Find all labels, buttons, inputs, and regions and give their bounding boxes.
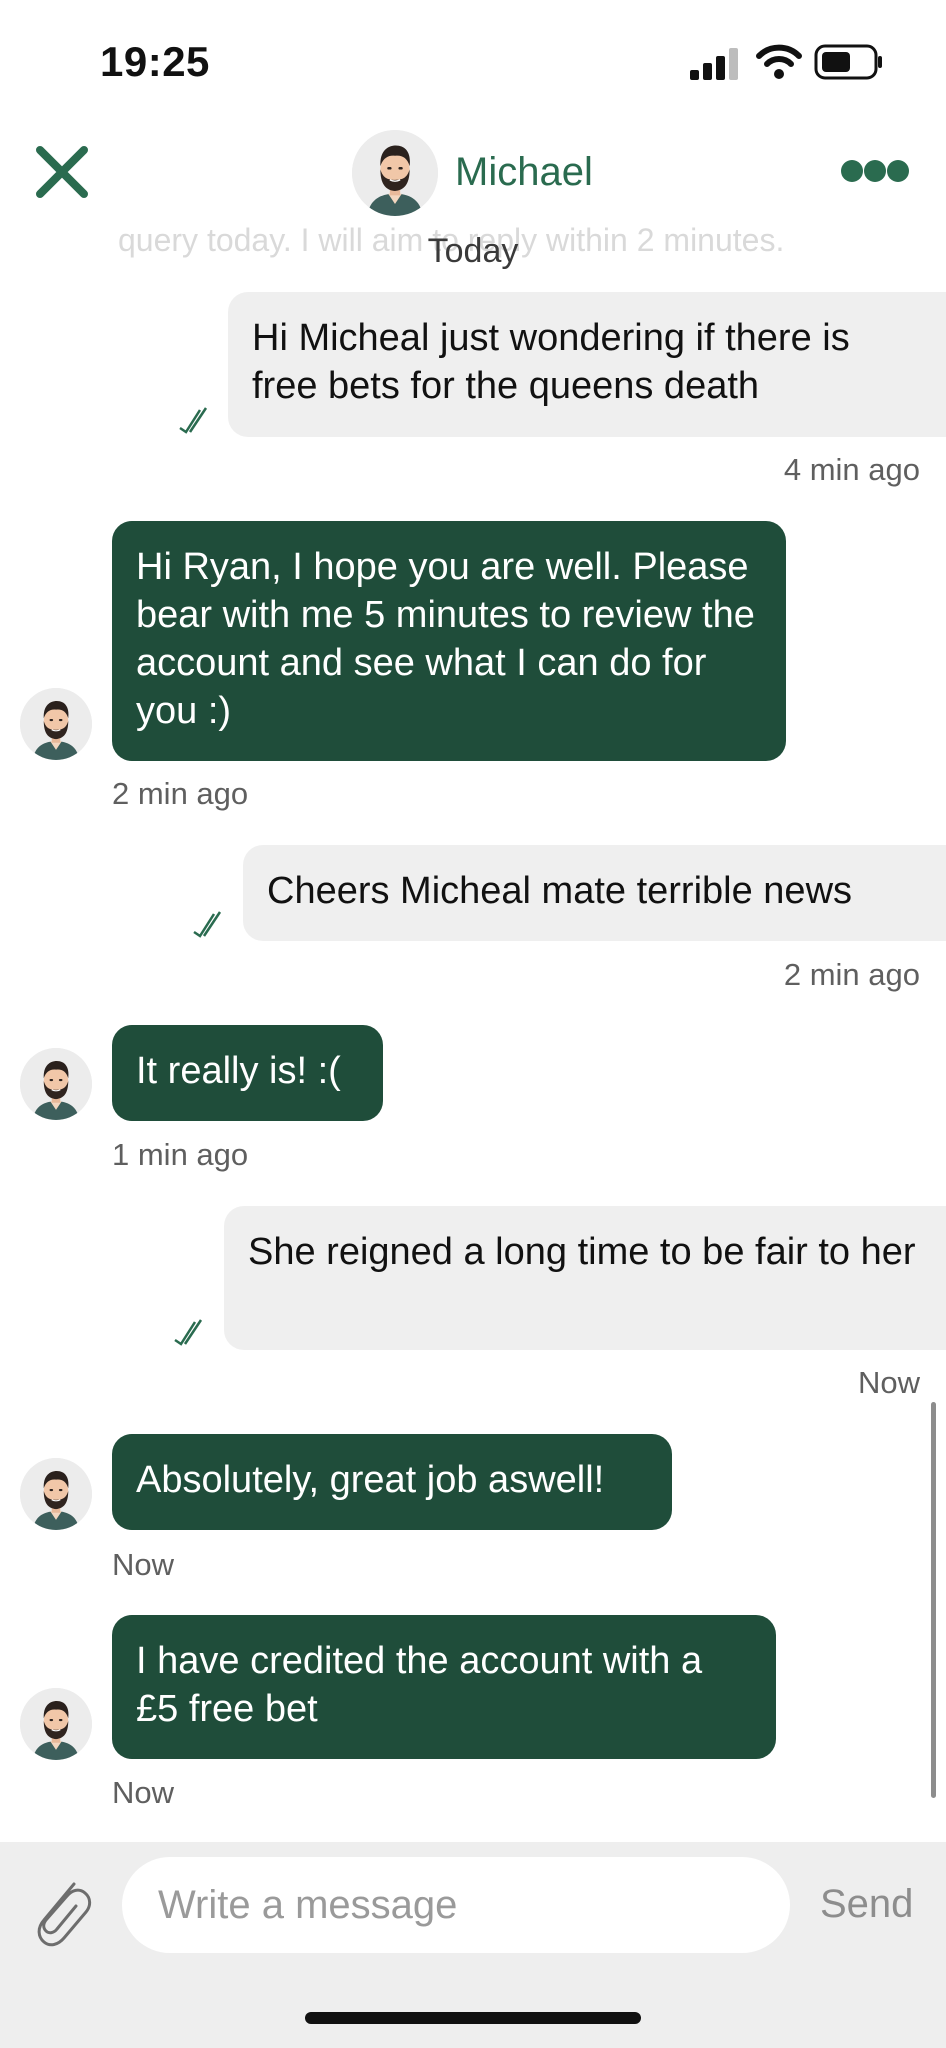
outgoing-message: Cheers Micheal mate terrible news bbox=[243, 845, 946, 941]
message-time: Now bbox=[112, 1547, 175, 1582]
double-check-icon bbox=[193, 911, 222, 938]
message-time: 2 min ago bbox=[112, 776, 249, 811]
agent-avatar bbox=[20, 1458, 92, 1530]
incoming-message: Absolutely, great job aswell! bbox=[112, 1434, 672, 1530]
message-time: Now bbox=[112, 1775, 175, 1810]
message-text: It really is! :( bbox=[136, 1050, 341, 1092]
double-check-icon bbox=[174, 1319, 203, 1346]
incoming-message: Hi Ryan, I hope you are well. Please bea… bbox=[112, 521, 786, 761]
chat-scrollbar[interactable] bbox=[931, 1402, 936, 1798]
status-bar: 19:25 bbox=[0, 0, 946, 120]
message-time: Now bbox=[857, 1365, 920, 1400]
message-text: Cheers Micheal mate terrible news bbox=[267, 870, 853, 912]
message-time: 4 min ago bbox=[783, 452, 920, 487]
message-time: 1 min ago bbox=[112, 1137, 249, 1172]
agent-name: Michael bbox=[455, 150, 593, 194]
day-separator: Today bbox=[427, 232, 519, 270]
message-composer: Send bbox=[0, 1842, 946, 2048]
send-button[interactable]: Send bbox=[820, 1882, 913, 1927]
agent-avatar bbox=[20, 1688, 92, 1760]
agent-avatar bbox=[352, 130, 438, 216]
double-check-icon bbox=[179, 407, 208, 434]
message-text: I have credited the account with a £5 fr… bbox=[136, 1640, 703, 1730]
incoming-message: It really is! :( bbox=[112, 1025, 383, 1121]
close-icon[interactable] bbox=[30, 140, 94, 204]
agent-avatar bbox=[20, 1048, 92, 1120]
chat-header: Michael bbox=[0, 120, 946, 230]
more-icon[interactable] bbox=[840, 156, 910, 186]
incoming-message: I have credited the account with a £5 fr… bbox=[112, 1615, 776, 1759]
battery-icon bbox=[814, 44, 882, 80]
outgoing-message: She reigned a long time to be fair to he… bbox=[224, 1206, 946, 1350]
message-text: Hi Micheal just wondering if there is fr… bbox=[252, 317, 850, 407]
signal-icon bbox=[690, 48, 738, 80]
agent-avatar bbox=[20, 688, 92, 760]
outgoing-message: Hi Micheal just wondering if there is fr… bbox=[228, 292, 946, 437]
message-text: Absolutely, great job aswell! bbox=[136, 1459, 605, 1501]
message-text: Hi Ryan, I hope you are well. Please bea… bbox=[136, 546, 755, 732]
home-indicator[interactable] bbox=[305, 2012, 641, 2024]
wifi-icon bbox=[756, 44, 802, 79]
message-input[interactable] bbox=[122, 1857, 790, 1953]
paperclip-icon[interactable] bbox=[30, 1872, 92, 1948]
status-time: 19:25 bbox=[100, 38, 210, 85]
message-time: 2 min ago bbox=[783, 957, 920, 992]
message-text: She reigned a long time to be fair to he… bbox=[248, 1231, 916, 1273]
